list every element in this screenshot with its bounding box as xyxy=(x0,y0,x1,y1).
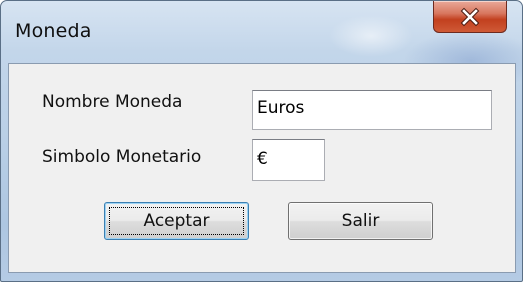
salir-button-label: Salir xyxy=(341,211,380,231)
dialog-window: Moneda Nombre Moneda Euros Simbolo Monet… xyxy=(0,0,523,282)
nombre-moneda-label: Nombre Moneda xyxy=(42,92,183,112)
close-button[interactable] xyxy=(433,1,507,33)
aceptar-button[interactable]: Aceptar xyxy=(104,202,249,240)
simbolo-monetario-label: Simbolo Monetario xyxy=(42,147,202,167)
salir-button[interactable]: Salir xyxy=(288,202,433,240)
close-icon xyxy=(460,7,480,26)
aceptar-button-label: Aceptar xyxy=(143,211,210,231)
window-title: Moneda xyxy=(15,20,92,42)
title-bar[interactable]: Moneda xyxy=(1,1,522,63)
dialog-client-area: Nombre Moneda Euros Simbolo Monetario € … xyxy=(8,63,516,273)
nombre-moneda-input[interactable]: Euros xyxy=(252,90,492,130)
simbolo-monetario-input[interactable]: € xyxy=(252,139,325,181)
